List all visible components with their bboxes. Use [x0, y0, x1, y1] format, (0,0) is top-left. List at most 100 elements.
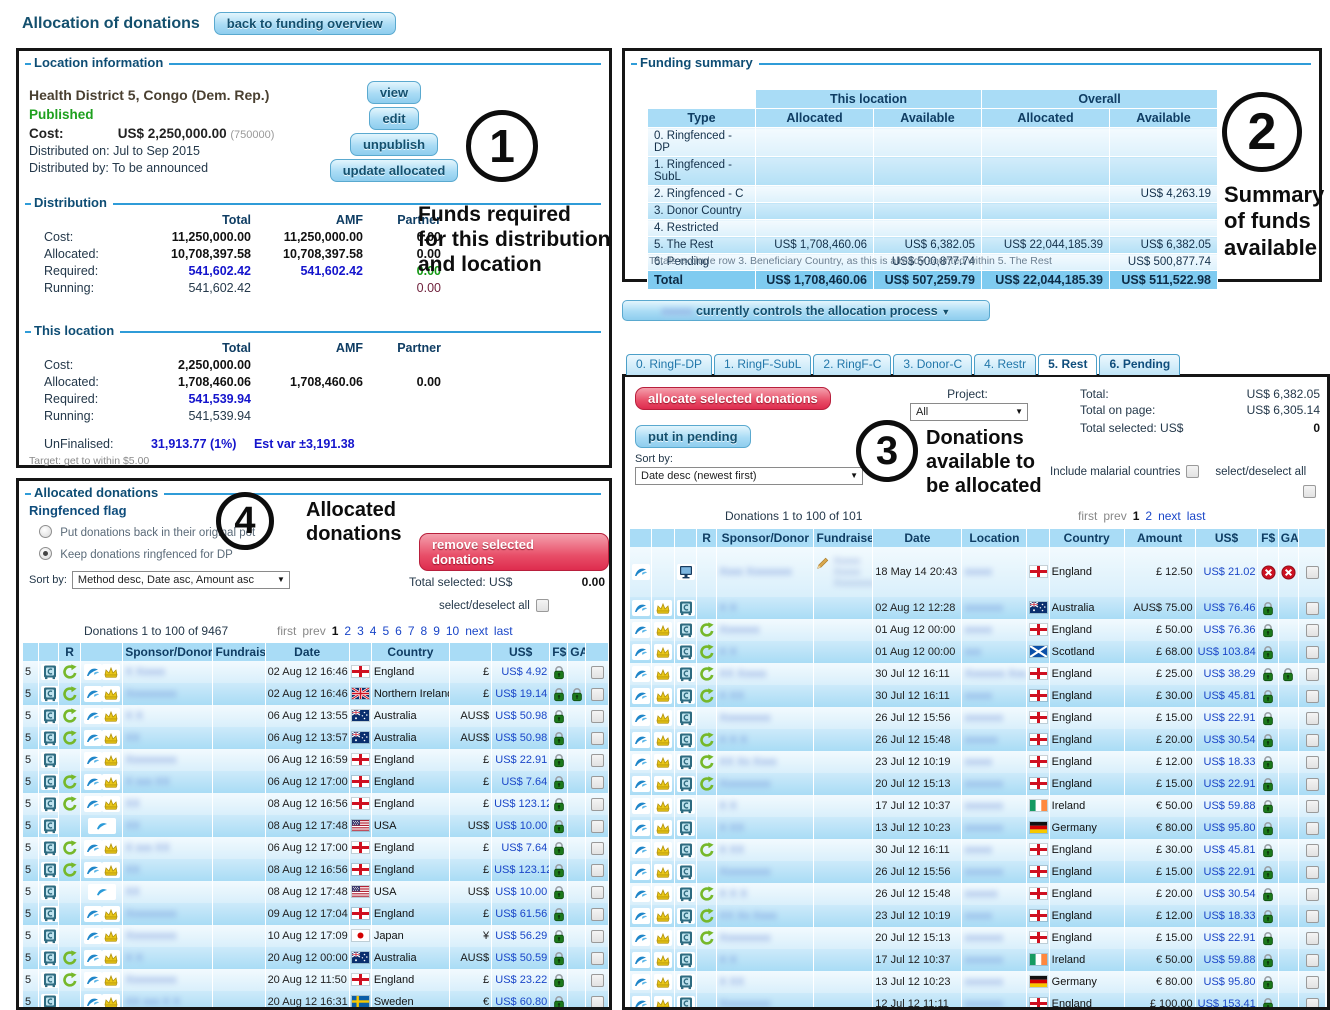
row-checkbox[interactable]: [591, 754, 604, 767]
page-number[interactable]: 5: [382, 624, 389, 638]
select-all-checkbox-left[interactable]: [536, 599, 549, 612]
page-number[interactable]: 2: [1145, 509, 1152, 523]
remove-selected-donations-button[interactable]: remove selected donations: [419, 533, 609, 571]
row-checkbox[interactable]: [1306, 910, 1319, 923]
sponsor-redacted[interactable]: X XX: [719, 690, 744, 702]
page-prev[interactable]: prev: [1103, 509, 1126, 523]
row-checkbox[interactable]: [591, 666, 604, 679]
page-number[interactable]: 4: [370, 624, 377, 638]
row-checkbox[interactable]: [591, 688, 604, 701]
sponsor-redacted[interactable]: Xxxxxxxxx: [125, 930, 176, 942]
page-number[interactable]: 9: [433, 624, 440, 638]
page-prev[interactable]: prev: [302, 624, 325, 638]
sponsor-redacted[interactable]: XX: [125, 886, 140, 898]
donation-usd-link[interactable]: US$ 153.41: [1195, 993, 1258, 1010]
sponsor-redacted[interactable]: X X: [719, 646, 737, 658]
row-checkbox[interactable]: [1306, 932, 1319, 945]
donation-usd-link[interactable]: US$ 21.02: [1195, 547, 1258, 597]
donation-usd-link[interactable]: US$ 18.33: [1195, 751, 1258, 773]
sponsor-redacted[interactable]: Xxxxxxx: [719, 624, 759, 636]
tab-4-restr[interactable]: 4. Restr: [974, 354, 1036, 375]
page-first[interactable]: first: [1078, 509, 1097, 523]
sponsor-redacted[interactable]: XX xxx X X: [125, 996, 180, 1008]
page-number[interactable]: 1: [332, 624, 339, 638]
sponsor-redacted[interactable]: XX Xx Xxxx: [719, 756, 776, 768]
sponsor-redacted[interactable]: X X X: [719, 734, 747, 746]
donation-usd-link[interactable]: US$ 56.29: [492, 925, 550, 947]
row-checkbox[interactable]: [1306, 624, 1319, 637]
put-in-pending-button[interactable]: put in pending: [635, 425, 751, 448]
radio-keep-ringfenced[interactable]: [39, 547, 52, 560]
donation-usd-link[interactable]: US$ 30.54: [1195, 883, 1258, 905]
row-checkbox[interactable]: [1306, 888, 1319, 901]
select-all-checkbox-right[interactable]: [1303, 485, 1316, 498]
remove-icon[interactable]: [1281, 566, 1296, 578]
donation-usd-link[interactable]: US$ 38.29: [1195, 663, 1258, 685]
page-first[interactable]: first: [277, 624, 296, 638]
donation-usd-link[interactable]: US$ 61.56: [492, 903, 550, 925]
row-checkbox[interactable]: [591, 996, 604, 1009]
row-checkbox[interactable]: [1306, 756, 1319, 769]
row-checkbox[interactable]: [1306, 778, 1319, 791]
row-checkbox[interactable]: [591, 842, 604, 855]
donation-usd-link[interactable]: US$ 22.91: [1195, 773, 1258, 795]
remove-icon[interactable]: [1261, 566, 1276, 578]
row-checkbox[interactable]: [1306, 800, 1319, 813]
row-checkbox[interactable]: [1306, 690, 1319, 703]
donation-usd-link[interactable]: US$ 76.36: [1195, 619, 1258, 641]
back-to-funding-overview-button[interactable]: back to funding overview: [214, 12, 396, 35]
sponsor-redacted[interactable]: X XX: [719, 976, 744, 988]
donation-usd-link[interactable]: US$ 76.46: [1195, 597, 1258, 619]
sponsor-redacted[interactable]: Xxxxxxxxx: [125, 908, 176, 920]
donation-usd-link[interactable]: US$ 50.98: [492, 727, 550, 749]
sponsor-redacted[interactable]: X X: [125, 710, 143, 722]
page-last[interactable]: last: [494, 624, 513, 638]
row-checkbox[interactable]: [1306, 954, 1319, 967]
sponsor-redacted[interactable]: X Xxxxx: [125, 666, 165, 678]
page-number[interactable]: 7: [408, 624, 415, 638]
sponsor-redacted[interactable]: X X: [125, 952, 143, 964]
donation-usd-link[interactable]: US$ 45.81: [1195, 685, 1258, 707]
sponsor-redacted[interactable]: XX Xx Xxxx: [719, 910, 776, 922]
row-checkbox[interactable]: [591, 864, 604, 877]
donation-usd-link[interactable]: US$ 22.91: [492, 749, 550, 771]
view-button[interactable]: view: [367, 81, 421, 104]
sponsor-redacted[interactable]: Xxxxxxxxx: [125, 754, 176, 766]
row-checkbox[interactable]: [591, 710, 604, 723]
sponsor-redacted[interactable]: X X: [719, 800, 737, 812]
controls-allocation-process-button[interactable]: xxxxx currently controls the allocation …: [622, 300, 990, 321]
donation-usd-link[interactable]: US$ 7.64: [492, 837, 550, 859]
sponsor-redacted[interactable]: Xxxxxxxxx: [125, 688, 176, 700]
tab-3-donor-c[interactable]: 3. Donor-C: [893, 354, 972, 375]
row-checkbox[interactable]: [1306, 976, 1319, 989]
sponsor-redacted[interactable]: X XX: [719, 822, 744, 834]
donation-usd-link[interactable]: US$ 22.91: [1195, 861, 1258, 883]
donation-usd-link[interactable]: US$ 60.80: [492, 991, 550, 1010]
donation-usd-link[interactable]: US$ 59.88: [1195, 795, 1258, 817]
tab-1-ringf-subl[interactable]: 1. RingF-SubL: [714, 354, 811, 375]
row-checkbox[interactable]: [1306, 602, 1319, 615]
sort-by-select-left[interactable]: Method desc, Date asc, Amount asc: [72, 571, 290, 589]
donation-usd-link[interactable]: US$ 95.80: [1195, 817, 1258, 839]
donation-usd-link[interactable]: US$ 95.80: [1195, 971, 1258, 993]
tab-2-ringf-c[interactable]: 2. RingF-C: [813, 354, 891, 375]
donation-usd-link[interactable]: US$ 50.59: [492, 947, 550, 969]
row-checkbox[interactable]: [591, 930, 604, 943]
row-checkbox[interactable]: [1306, 668, 1319, 681]
row-checkbox[interactable]: [1306, 712, 1319, 725]
edit-button[interactable]: edit: [369, 107, 418, 130]
sponsor-redacted[interactable]: X X X: [719, 888, 747, 900]
donation-usd-link[interactable]: US$ 7.64: [492, 771, 550, 793]
sponsor-redacted[interactable]: Xxxxxxxxx: [719, 932, 770, 944]
tab-0-ringf-dp[interactable]: 0. RingF-DP: [626, 354, 712, 375]
sponsor-redacted[interactable]: Xxxxxxxxx: [719, 998, 770, 1010]
row-checkbox[interactable]: [591, 886, 604, 899]
donation-usd-link[interactable]: US$ 23.22: [492, 969, 550, 991]
donation-usd-link[interactable]: US$ 18.33: [1195, 905, 1258, 927]
sponsor-redacted[interactable]: X X: [719, 954, 737, 966]
row-checkbox[interactable]: [591, 974, 604, 987]
sponsor-redacted[interactable]: XX: [125, 732, 140, 744]
page-number[interactable]: 6: [395, 624, 402, 638]
row-checkbox[interactable]: [591, 798, 604, 811]
page-number[interactable]: 3: [357, 624, 364, 638]
